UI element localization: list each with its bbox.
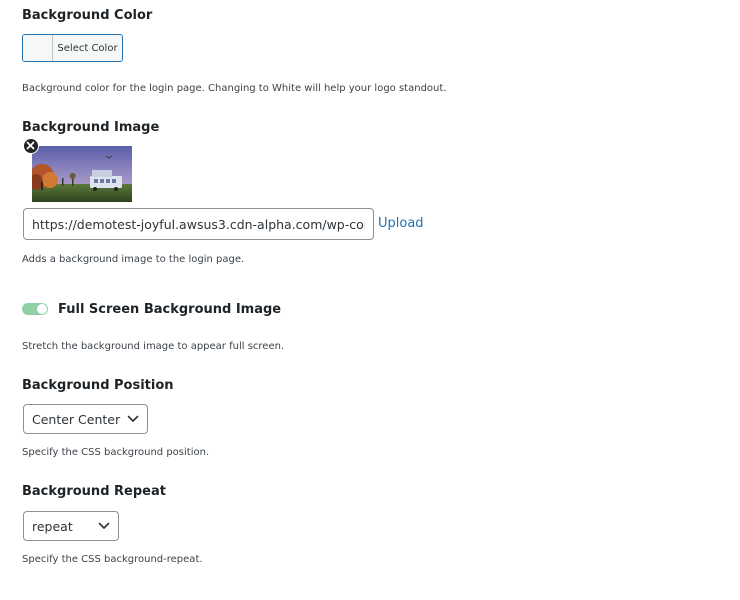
background-repeat-select[interactable]: repeat [23,511,119,541]
background-image-preview [32,146,132,202]
full-screen-toggle[interactable] [22,303,48,315]
background-position-heading: Background Position [22,378,174,393]
background-image-description: Adds a background image to the login pag… [22,254,245,265]
select-color-button[interactable]: Select Color [22,34,123,62]
background-image-url-input[interactable] [23,208,374,240]
background-position-value: Center Center [32,411,121,427]
remove-image-icon[interactable] [23,138,39,154]
chevron-down-icon [127,413,139,425]
color-swatch [23,35,53,61]
background-color-description: Background color for the login page. Cha… [22,83,447,94]
background-color-heading: Background Color [22,8,153,23]
chevron-down-icon [98,520,110,532]
full-screen-label: Full Screen Background Image [58,302,282,317]
upload-link[interactable]: Upload [378,216,424,231]
background-repeat-value: repeat [32,518,73,534]
full-screen-description: Stretch the background image to appear f… [22,341,285,352]
login-settings-panel: Background Color Select Color Background… [0,0,740,600]
background-repeat-description: Specify the CSS background-repeat. [22,554,203,565]
background-repeat-heading: Background Repeat [22,484,166,499]
background-position-description: Specify the CSS background position. [22,447,210,458]
background-position-select[interactable]: Center Center [23,404,148,434]
background-image-heading: Background Image [22,120,160,135]
toggle-knob [37,304,47,314]
select-color-label: Select Color [53,35,122,61]
